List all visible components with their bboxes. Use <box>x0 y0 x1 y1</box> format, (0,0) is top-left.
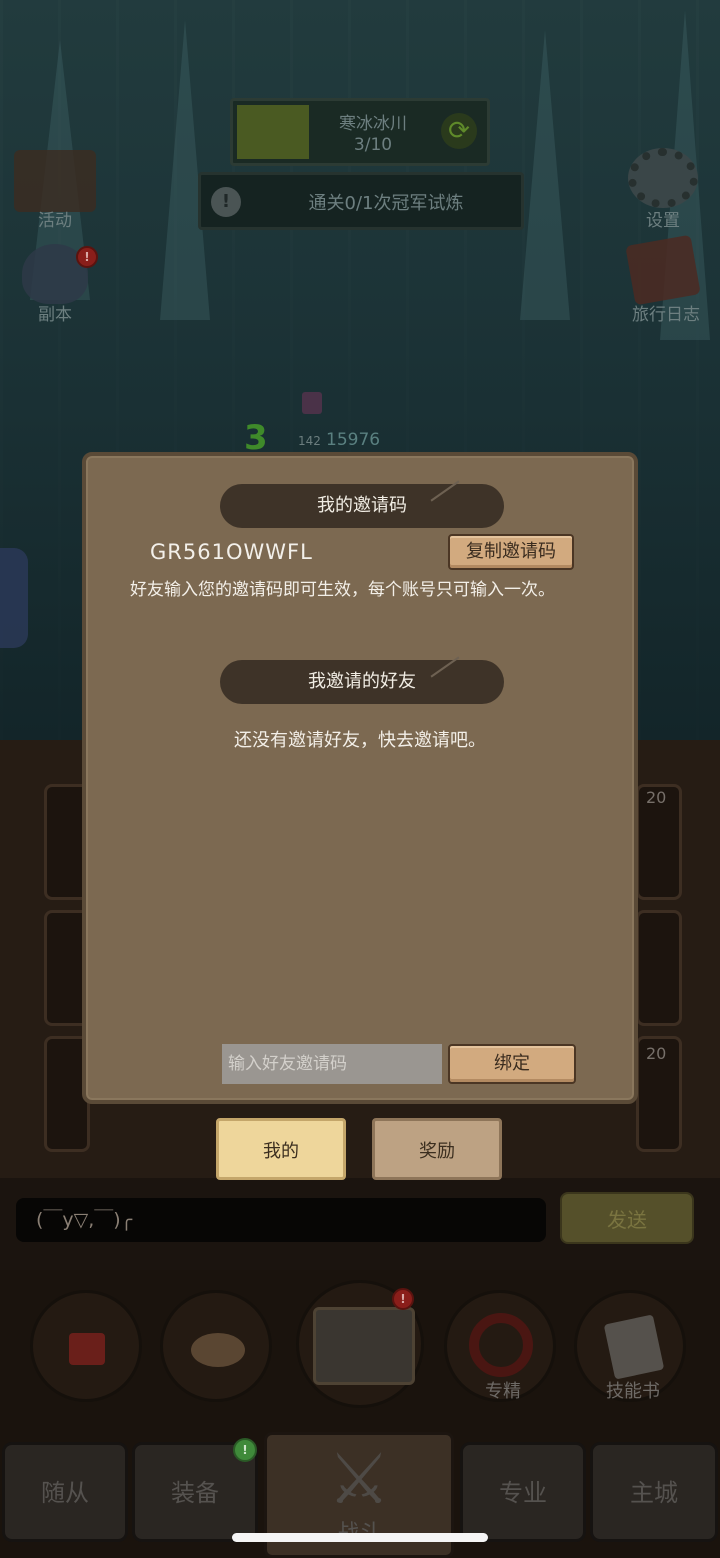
home-indicator[interactable] <box>232 1533 488 1542</box>
tab-rewards[interactable]: 奖励 <box>372 1118 502 1180</box>
quest-text: 通关0/1次冠军试炼 <box>308 193 464 214</box>
nav-tab-battle-label: 战斗 <box>267 1515 451 1547</box>
notification-badge-icon: ! <box>76 246 98 268</box>
invite-description: 好友输入您的邀请码即可生效，每个账号只可输入一次。 <box>130 580 555 600</box>
notification-badge-icon: ! <box>233 1438 257 1462</box>
hero-level: 142 <box>298 434 321 448</box>
dungeon-label[interactable]: 副本 <box>14 300 96 325</box>
hero-power: 15976 <box>326 430 381 450</box>
copy-invite-code-button[interactable]: 复制邀请码 <box>448 534 574 570</box>
invited-friends-header: 我邀请的好友 <box>220 660 504 704</box>
specialization-icon <box>469 1313 533 1377</box>
nav-tab-profession[interactable]: 专业 <box>460 1442 586 1542</box>
settings-label[interactable]: 设置 <box>620 206 706 231</box>
invite-code-value: GR561OWWFL <box>150 540 313 564</box>
empty-friends-text: 还没有邀请好友，快去邀请吧。 <box>234 730 486 751</box>
potion-icon <box>69 1333 105 1365</box>
notification-badge-icon: ! <box>392 1288 414 1310</box>
specialization-button[interactable]: 专精 <box>444 1290 556 1402</box>
refresh-icon[interactable]: ⟳ <box>441 113 477 149</box>
stage-progress: 3/10 <box>353 135 393 155</box>
stage-panel[interactable]: 寒冰冰川 3/10 ⟳ <box>230 98 490 166</box>
event-label[interactable]: 活动 <box>14 206 96 231</box>
potion-button[interactable] <box>30 1290 142 1402</box>
skill-book-label: 技能书 <box>606 1381 660 1402</box>
slot-level: 20 <box>646 1044 667 1063</box>
event-scroll-icon[interactable] <box>14 150 96 212</box>
my-invite-code-header: 我的邀请码 <box>220 484 504 528</box>
quest-bar[interactable]: ! 通关0/1次冠军试炼 <box>198 172 524 230</box>
treasure-chest-icon <box>313 1307 415 1385</box>
specialization-label: 专精 <box>485 1381 521 1402</box>
alert-icon: ! <box>211 187 241 217</box>
skill-book-button[interactable]: 技能书 <box>574 1290 686 1402</box>
bread-icon <box>191 1333 245 1367</box>
bind-button[interactable]: 绑定 <box>448 1044 576 1084</box>
chat-input[interactable]: (￣y▽,￣)╭ <box>16 1198 546 1242</box>
slot-level: 20 <box>646 788 667 807</box>
bread-button[interactable] <box>160 1290 272 1402</box>
card-slot[interactable] <box>636 910 682 1026</box>
nav-tab-followers[interactable]: 随从 <box>2 1442 128 1542</box>
stage-thumbnail <box>237 105 309 159</box>
stage-name: 寒冰冰川 <box>339 114 407 134</box>
hero-rank-icon <box>302 392 322 414</box>
ally-character-sprite <box>0 548 28 648</box>
nav-tab-main-city[interactable]: 主城 <box>590 1442 718 1542</box>
crossed-swords-icon: ⚔ <box>327 1438 391 1520</box>
friend-code-input[interactable] <box>222 1044 442 1084</box>
travel-journal-label[interactable]: 旅行日志 <box>614 300 718 325</box>
tab-my[interactable]: 我的 <box>216 1118 346 1180</box>
invite-dialog: 我的邀请码 GR561OWWFL 复制邀请码 好友输入您的邀请码即可生效，每个账… <box>82 452 638 1104</box>
send-button[interactable]: 发送 <box>560 1192 694 1244</box>
skill-book-icon <box>603 1314 665 1380</box>
gear-icon[interactable] <box>628 148 698 208</box>
travel-journal-book-icon[interactable] <box>625 234 701 306</box>
